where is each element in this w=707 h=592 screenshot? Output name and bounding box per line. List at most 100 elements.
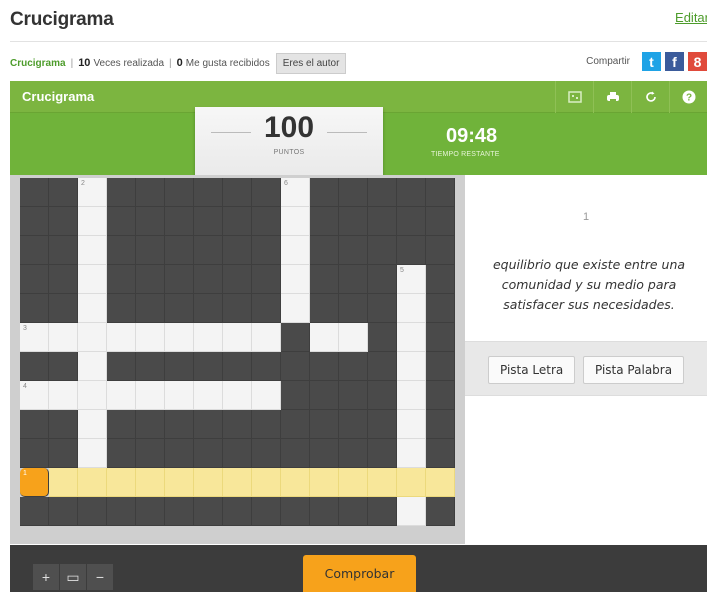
grid-cell[interactable] (78, 381, 107, 410)
grid-cell[interactable] (165, 381, 194, 410)
zoom-in-button[interactable]: + (33, 564, 60, 590)
grid-cell[interactable] (397, 497, 426, 526)
crossword-board: 2 6 5 3 4 1 (10, 175, 465, 544)
grid-cell-blocked (194, 294, 223, 323)
grid-cell[interactable] (397, 381, 426, 410)
grid-cell-selected[interactable] (223, 468, 252, 497)
grid-cell-selected[interactable] (194, 468, 223, 497)
grid-cell[interactable] (136, 323, 165, 352)
grid-cell[interactable] (310, 323, 339, 352)
grid-cell-blocked (368, 265, 397, 294)
grid-cell[interactable] (49, 323, 78, 352)
print-button[interactable] (593, 81, 631, 113)
grid-cell[interactable] (107, 381, 136, 410)
grid-cell-blocked (281, 323, 310, 352)
grid-cell[interactable] (165, 323, 194, 352)
grid-cell-blocked (252, 497, 281, 526)
grid-cell-selected[interactable] (49, 468, 78, 497)
grid-cell-selected[interactable] (397, 468, 426, 497)
zoom-out-button[interactable]: − (87, 564, 114, 590)
grid-cell[interactable] (107, 323, 136, 352)
grid-cell-blocked (281, 497, 310, 526)
grid-cell-blocked (194, 178, 223, 207)
game-type-link[interactable]: Crucigrama (10, 58, 66, 69)
grid-cell-blocked (339, 352, 368, 381)
grid-cell[interactable] (252, 381, 281, 410)
grid-cell[interactable] (78, 294, 107, 323)
grid-cell[interactable] (397, 410, 426, 439)
grid-cell-selected[interactable] (107, 468, 136, 497)
grid-cell[interactable]: 4 (20, 381, 49, 410)
grid-cell[interactable] (223, 381, 252, 410)
grid-cell-selected[interactable] (310, 468, 339, 497)
grid-cell-blocked (165, 439, 194, 468)
grid-cell-blocked (397, 178, 426, 207)
timer-value: 09:48 (446, 125, 498, 147)
stats-bar: Crucigrama | 10 Veces realizada | 0 Me g… (10, 51, 347, 75)
hint-word-button[interactable]: Pista Palabra (583, 356, 685, 384)
clue-number-label: 6 (284, 180, 288, 187)
grid-cell-blocked (368, 236, 397, 265)
grid-cell-selected[interactable] (368, 468, 397, 497)
grid-cell[interactable] (281, 294, 310, 323)
grid-cell[interactable] (397, 323, 426, 352)
zoom-fit-button[interactable]: ▭ (60, 564, 87, 590)
google-share-button[interactable]: 8 (688, 52, 707, 71)
grid-cell[interactable] (78, 439, 107, 468)
restart-button[interactable] (631, 81, 669, 113)
grid-cell[interactable] (78, 207, 107, 236)
grid-cell-blocked (194, 265, 223, 294)
clue-number-label: 1 (23, 470, 27, 477)
share-bar: Compartir t f 8 (586, 52, 707, 71)
grid-cell-blocked (20, 236, 49, 265)
check-button[interactable]: Comprobar (303, 555, 416, 592)
grid-cell[interactable] (78, 236, 107, 265)
twitter-share-button[interactable]: t (642, 52, 661, 71)
help-button[interactable]: ? (669, 81, 707, 113)
grid-cell[interactable] (78, 323, 107, 352)
grid-cell[interactable]: 6 (281, 178, 310, 207)
grid-cell-selected[interactable] (339, 468, 368, 497)
grid-cell[interactable] (281, 265, 310, 294)
grid-cell-blocked (426, 207, 455, 236)
grid-cell-selected[interactable] (78, 468, 107, 497)
grid-cell-selected[interactable] (165, 468, 194, 497)
grid-cell[interactable]: 3 (20, 323, 49, 352)
grid-cell[interactable] (397, 352, 426, 381)
grid-cell[interactable] (397, 294, 426, 323)
grid-cell[interactable] (194, 381, 223, 410)
facebook-share-button[interactable]: f (665, 52, 684, 71)
grid-cell-blocked (49, 410, 78, 439)
grid-cell[interactable] (281, 236, 310, 265)
grid-cell[interactable]: 5 (397, 265, 426, 294)
grid-cell-blocked (310, 265, 339, 294)
grid-cell[interactable] (252, 323, 281, 352)
grid-cell[interactable] (78, 265, 107, 294)
grid-cell-blocked (426, 236, 455, 265)
grid-cell[interactable] (397, 439, 426, 468)
grid-cell-selected[interactable] (252, 468, 281, 497)
grid-cell[interactable] (78, 410, 107, 439)
grid-cell-selected[interactable] (136, 468, 165, 497)
grid-cell-selected[interactable] (426, 468, 455, 497)
grid-cell-blocked (223, 439, 252, 468)
grid-cell-active[interactable]: 1 (20, 468, 49, 497)
grid-cell[interactable] (223, 323, 252, 352)
grid-cell-blocked (426, 323, 455, 352)
grid-cell[interactable] (281, 207, 310, 236)
likes-label: Me gusta recibidos (185, 57, 270, 69)
grid-cell[interactable] (136, 381, 165, 410)
grid-cell[interactable] (49, 381, 78, 410)
grid-cell-selected[interactable] (281, 468, 310, 497)
grid-cell[interactable] (339, 323, 368, 352)
grid-cell-blocked (136, 265, 165, 294)
edit-link[interactable]: Editar (675, 10, 707, 25)
grid-cell[interactable] (194, 323, 223, 352)
grid-cell-blocked (223, 410, 252, 439)
grid-cell[interactable] (78, 352, 107, 381)
grid-cell-blocked (426, 178, 455, 207)
fullscreen-button[interactable] (555, 81, 593, 113)
hint-letter-button[interactable]: Pista Letra (488, 356, 576, 384)
grid-cell[interactable]: 2 (78, 178, 107, 207)
grid-cell-blocked (165, 207, 194, 236)
